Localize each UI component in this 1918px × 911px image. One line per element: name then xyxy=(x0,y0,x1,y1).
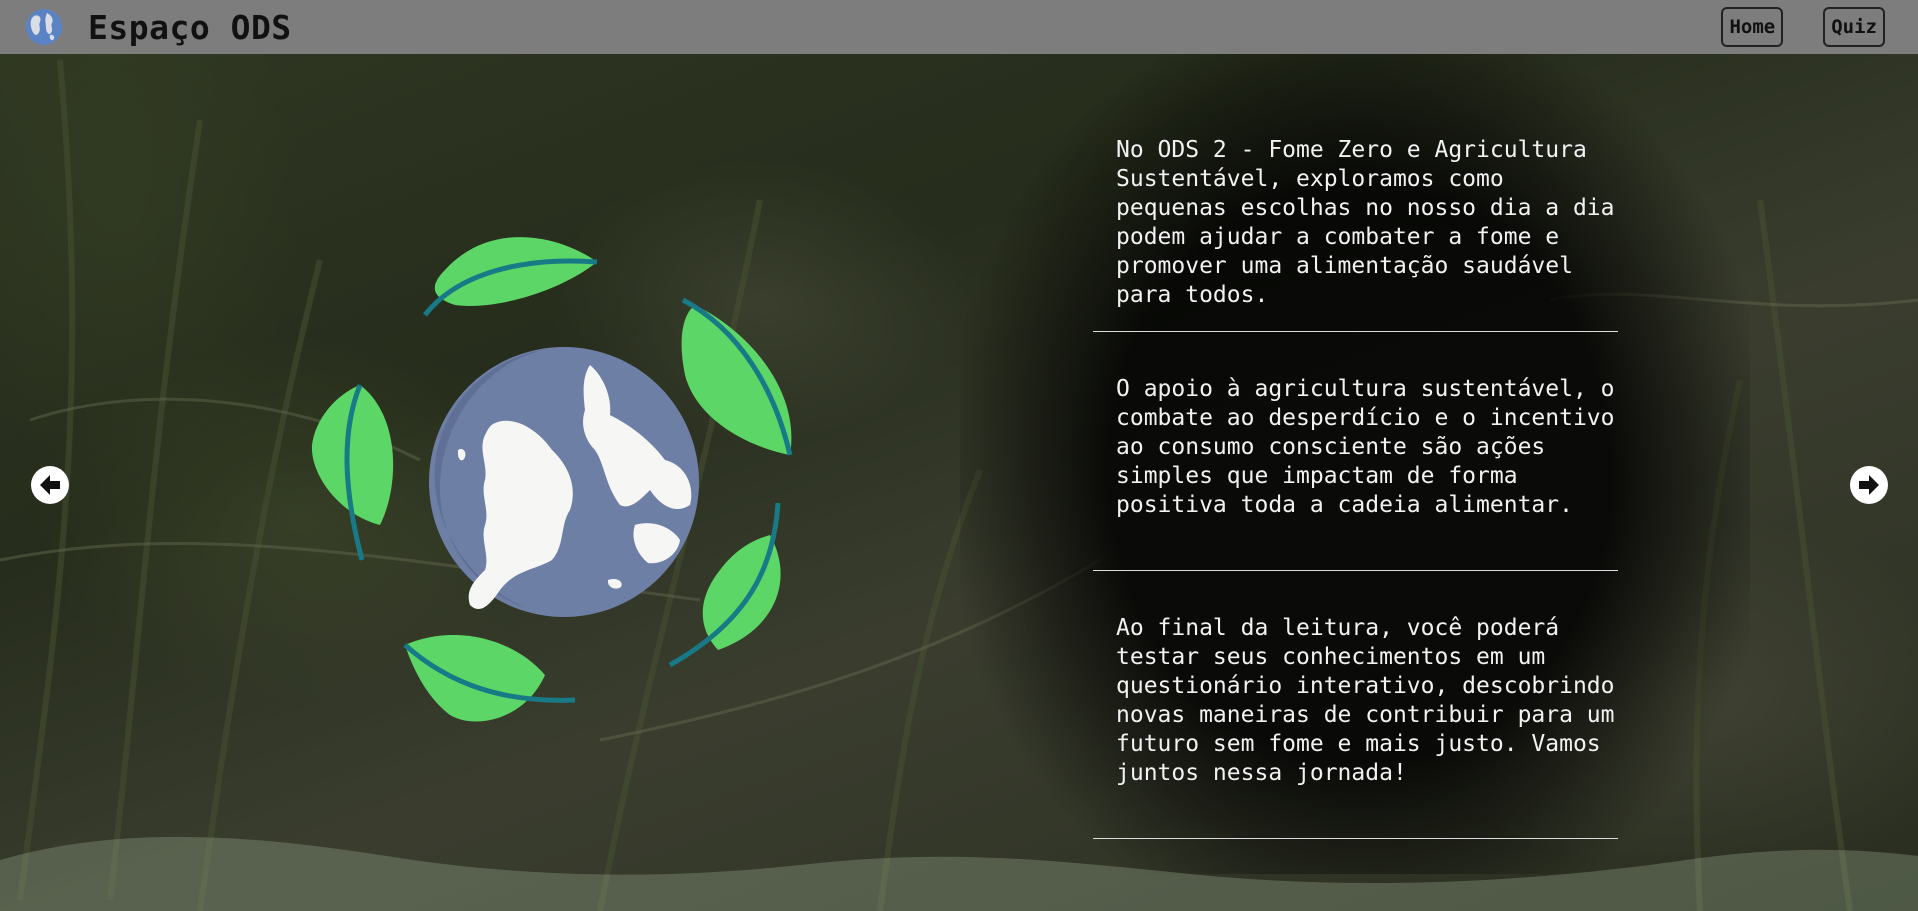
divider xyxy=(1093,331,1618,332)
previous-slide-button[interactable] xyxy=(31,466,69,504)
arrow-left-icon xyxy=(40,475,60,495)
site-title: Espaço ODS xyxy=(88,7,292,47)
top-nav: Home Quiz xyxy=(1721,7,1885,47)
top-header: Espaço ODS Home Quiz xyxy=(0,0,1918,54)
globe-icon xyxy=(26,9,62,45)
intro-paragraph: O apoio à agricultura sustentável, o com… xyxy=(1116,376,1615,518)
intro-paragraph: Ao final da leitura, você poderá testar … xyxy=(1116,615,1615,786)
divider xyxy=(1093,570,1618,571)
arrow-right-icon xyxy=(1859,475,1879,495)
globe-with-leaves-icon xyxy=(311,237,793,722)
bottom-wave xyxy=(0,836,1918,911)
next-slide-button[interactable] xyxy=(1850,466,1888,504)
home-button[interactable]: Home xyxy=(1721,7,1784,47)
quiz-button[interactable]: Quiz xyxy=(1823,7,1885,47)
intro-paragraph: No ODS 2 - Fome Zero e Agricultura Suste… xyxy=(1116,137,1615,308)
